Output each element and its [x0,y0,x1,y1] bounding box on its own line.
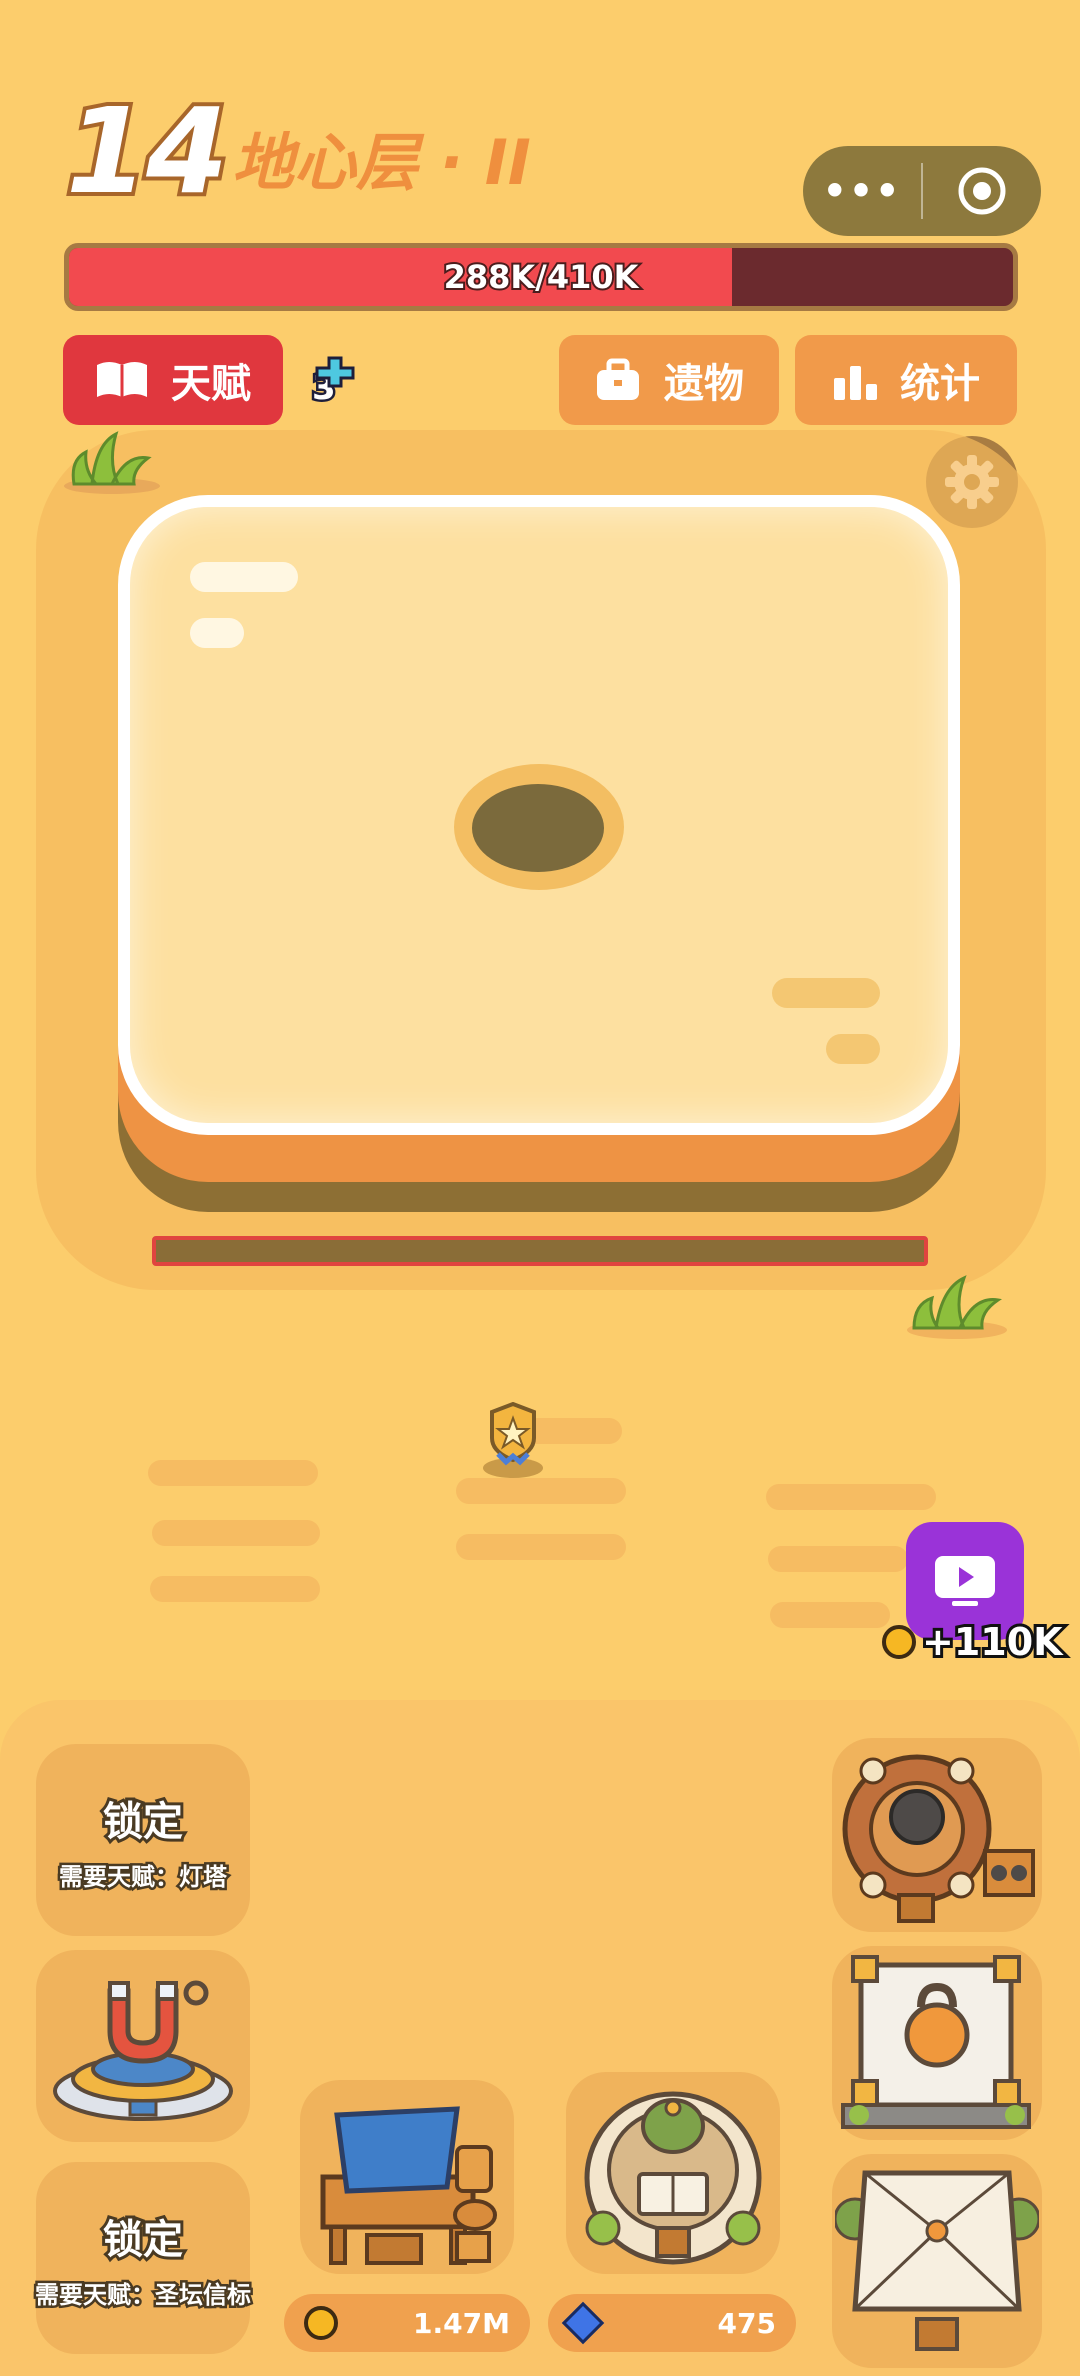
forge-building-slot[interactable] [832,1738,1042,1932]
more-dots-icon[interactable]: ••• [803,169,921,213]
forge-icon [842,1754,1035,1923]
locked-slot-lighthouse[interactable]: 锁定 需要天赋：灯塔 [36,1744,250,1936]
target-icon[interactable] [923,165,1041,217]
ad-reward: +110K [882,1617,1066,1667]
gem-amount: 475 [717,2306,776,2340]
block-detail [826,1034,880,1064]
ground-mark [456,1534,626,1560]
kettlebell-icon [841,1955,1031,2129]
grass-tuft-left [64,431,160,494]
unlock-requirement: 需要天赋：圣坛信标 [33,2278,254,2311]
boss-hp-bar: 288K/410K [64,243,1018,311]
block-progress-bar [152,1236,928,1266]
ad-reward-amount: +110K [919,1617,1066,1667]
relic-button[interactable]: 遗物 [559,335,779,425]
block-detail [772,978,880,1008]
library-building-slot[interactable] [566,2072,780,2274]
ground-mark [456,1478,626,1504]
book-icon [97,362,147,397]
ground-mark [150,1576,320,1602]
gem-balance: 475 [548,2294,796,2352]
talent-button-label: 天赋 [171,361,251,407]
coin-balance: 1.47M [284,2294,530,2352]
coin-icon [882,1625,916,1659]
briefcase-icon [597,358,639,400]
unlock-requirement: 需要天赋：灯塔 [57,1860,230,1893]
library-icon [584,2091,762,2265]
coin-icon [304,2306,338,2340]
magnet-building-slot[interactable] [36,1950,250,2142]
shine-highlight [190,562,298,592]
ground-mark [766,1484,936,1510]
hp-text: 288K/410K [442,256,641,298]
locked-label: 锁定 [100,1796,186,1848]
level-number: 14 [62,82,232,220]
stats-button[interactable]: 统计 [795,335,1017,425]
ground-mark [768,1546,908,1572]
gem-icon [561,2301,605,2345]
grass-tuft-right [907,1275,1007,1339]
dig-hole [472,784,604,872]
video-play-icon [935,1556,995,1606]
tent-building-slot[interactable] [832,2154,1042,2368]
workbench-building-slot[interactable] [300,2080,514,2274]
shield-star-icon[interactable] [478,1402,548,1480]
mini-program-capsule: ••• [803,146,1041,236]
workbench-icon [320,2106,497,2265]
magnet-building-icon [53,1980,233,2121]
relic-button-label: 遗物 [664,361,744,407]
locked-slot-altar-beacon[interactable]: 锁定 需要天赋：圣坛信标 [33,2162,254,2354]
stats-button-label: 统计 [900,361,980,407]
talent-button[interactable]: 天赋 [63,335,283,425]
ground-mark [148,1460,318,1486]
tent-icon [835,2170,1039,2351]
locked-label: 锁定 [100,2214,186,2266]
ground-mark [152,1520,320,1546]
level-name: 地心层 · II [232,126,531,199]
kettlebell-building-slot[interactable] [832,1946,1042,2140]
coin-amount: 1.47M [413,2306,510,2340]
bar-chart-icon [834,366,877,400]
shine-highlight [190,618,244,648]
ground-mark [770,1602,890,1628]
talent-plus-icon [315,356,355,388]
